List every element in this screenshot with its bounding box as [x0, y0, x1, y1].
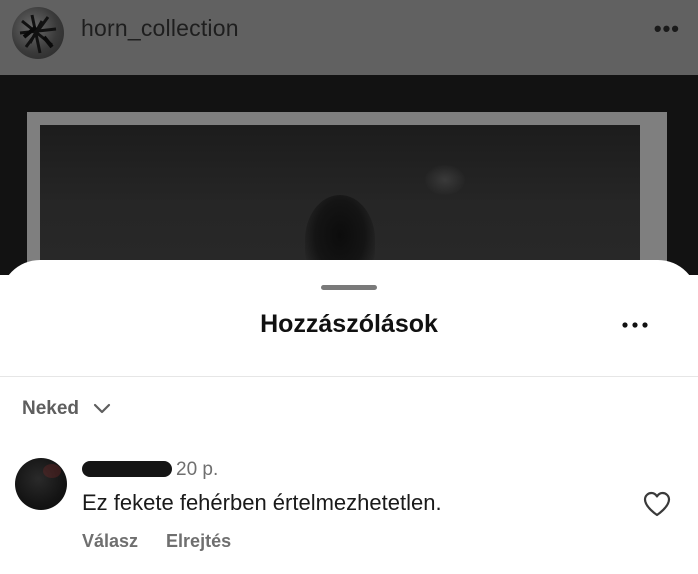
- comment-text: Ez fekete fehérben értelmezhetetlen.: [82, 490, 442, 515]
- chevron-down-icon: [93, 403, 111, 414]
- commenter-avatar[interactable]: [15, 458, 67, 510]
- faint-shape: [425, 165, 465, 195]
- sheet-title: Hozzászólások: [260, 310, 438, 338]
- sort-dropdown[interactable]: Neked: [22, 398, 111, 420]
- heart-outline-icon[interactable]: [643, 491, 671, 517]
- avatar-artwork: [19, 14, 57, 54]
- comment-time: 20 p.: [176, 459, 219, 480]
- post-header: horn_collection •••: [0, 0, 698, 75]
- post-image: [0, 75, 698, 325]
- commenter-name-redacted[interactable]: [82, 461, 172, 477]
- profile-avatar[interactable]: [12, 7, 64, 59]
- post-username[interactable]: horn_collection: [81, 15, 239, 42]
- more-horizontal-icon[interactable]: •••: [654, 18, 680, 40]
- divider: [0, 376, 698, 377]
- comments-sheet: Hozzászólások Neked 20 p. Ez fekete fehé…: [0, 260, 698, 574]
- drag-handle[interactable]: [321, 285, 377, 290]
- comment-actions: Válasz Elrejtés: [82, 531, 231, 552]
- hide-button[interactable]: Elrejtés: [166, 531, 231, 552]
- comment-item: 20 p. Ez fekete fehérben értelmezhetetle…: [0, 456, 698, 566]
- sort-label: Neked: [22, 398, 80, 419]
- reply-button[interactable]: Válasz: [82, 531, 138, 552]
- more-horizontal-icon[interactable]: [620, 310, 650, 340]
